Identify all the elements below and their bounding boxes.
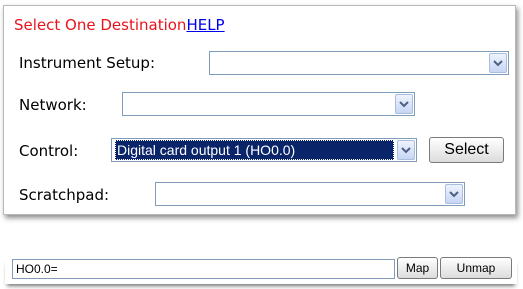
chevron-down-icon[interactable] (445, 184, 463, 204)
control-label: Control: (19, 142, 79, 160)
control-select[interactable]: Digital card output 1 (HO0.0) (111, 138, 417, 162)
destination-panel: Select One DestinationHELP Instrument Se… (3, 5, 516, 215)
chevron-down-icon[interactable] (395, 94, 413, 114)
scratchpad-select[interactable] (155, 182, 465, 206)
instrument-setup-label: Instrument Setup: (19, 54, 156, 72)
select-button[interactable]: Select (429, 137, 504, 163)
help-link[interactable]: HELP (186, 16, 224, 34)
mapping-input[interactable] (12, 259, 395, 279)
panel-title-row: Select One DestinationHELP (14, 16, 225, 34)
panel-title: Select One Destination (14, 16, 187, 34)
unmap-button[interactable]: Unmap (440, 257, 512, 279)
network-label: Network: (19, 96, 87, 114)
control-value: Digital card output 1 (HO0.0) (115, 140, 394, 160)
scratchpad-label: Scratchpad: (19, 186, 110, 204)
instrument-setup-select[interactable] (209, 51, 509, 75)
map-button[interactable]: Map (397, 257, 438, 279)
chevron-down-icon[interactable] (489, 53, 507, 73)
chevron-down-icon[interactable] (397, 140, 415, 160)
network-select[interactable] (122, 92, 415, 116)
